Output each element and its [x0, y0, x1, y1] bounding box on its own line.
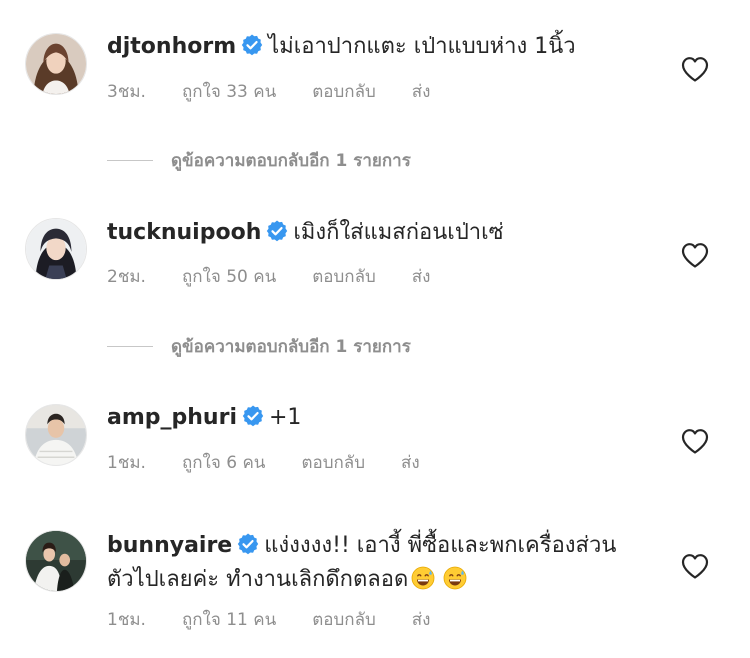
comment-body: +1 [268, 405, 302, 430]
comment-time[interactable]: 3ชม. [107, 78, 146, 105]
avatar[interactable] [25, 530, 87, 592]
heart-outline-icon[interactable] [681, 553, 709, 579]
comment-text-block: bunnyaire แง่งงงง!! เอางี้ พี่ซื้อและพกเค… [107, 529, 627, 597]
verified-badge-icon [236, 532, 260, 556]
reply-button[interactable]: ตอบกลับ [301, 449, 365, 476]
send-button[interactable]: ส่ง [412, 606, 431, 633]
view-replies-button[interactable]: ดูข้อความตอบกลับอีก 1 รายการ [107, 333, 411, 360]
avatar[interactable] [25, 404, 87, 466]
comment-meta: 3ชม. ถูกใจ 33 คน ตอบกลับ ส่ง [107, 78, 466, 105]
grinning-sweat-emoji-icon [411, 566, 435, 590]
comment-username[interactable]: djtonhorm [107, 34, 236, 59]
comment-username[interactable]: amp_phuri [107, 405, 237, 430]
comment-text-block: tucknuipooh เมิงก็ใส่แมสก่อนเป่าเซ่ [107, 216, 647, 250]
verified-badge-icon [240, 33, 264, 57]
view-replies-label: ดูข้อความตอบกลับอีก 1 รายการ [171, 337, 411, 357]
comment-time[interactable]: 1ชม. [107, 449, 146, 476]
divider-line [107, 160, 153, 161]
send-button[interactable]: ส่ง [412, 263, 431, 290]
reply-button[interactable]: ตอบกลับ [312, 606, 376, 633]
comment-body: เมิงก็ใส่แมสก่อนเป่าเซ่ [293, 220, 504, 245]
comment-likes[interactable]: ถูกใจ 11 คน [182, 606, 276, 633]
send-button[interactable]: ส่ง [412, 78, 431, 105]
send-button[interactable]: ส่ง [401, 449, 420, 476]
comment-time[interactable]: 1ชม. [107, 606, 146, 633]
verified-badge-icon [241, 404, 265, 428]
comment-time[interactable]: 2ชม. [107, 263, 146, 290]
view-replies-button[interactable]: ดูข้อความตอบกลับอีก 1 รายการ [107, 147, 411, 174]
comment-text-block: amp_phuri +1 [107, 401, 647, 435]
comment-likes[interactable]: ถูกใจ 33 คน [182, 78, 276, 105]
view-replies-label: ดูข้อความตอบกลับอีก 1 รายการ [171, 151, 411, 171]
comment-username[interactable]: tucknuipooh [107, 220, 261, 245]
comment-likes[interactable]: ถูกใจ 6 คน [182, 449, 265, 476]
avatar[interactable] [25, 218, 87, 280]
comment-meta: 2ชม. ถูกใจ 50 คน ตอบกลับ ส่ง [107, 263, 466, 290]
avatar[interactable] [25, 33, 87, 95]
reply-button[interactable]: ตอบกลับ [312, 78, 376, 105]
comment-meta: 1ชม. ถูกใจ 11 คน ตอบกลับ ส่ง [107, 606, 466, 633]
divider-line [107, 346, 153, 347]
heart-outline-icon[interactable] [681, 428, 709, 454]
verified-badge-icon [265, 219, 289, 243]
comment-text-block: djtonhorm ไม่เอาปากแตะ เป่าแบบห่าง 1นิ้ว [107, 30, 647, 64]
heart-outline-icon[interactable] [681, 56, 709, 82]
reply-button[interactable]: ตอบกลับ [312, 263, 376, 290]
comment-meta: 1ชม. ถูกใจ 6 คน ตอบกลับ ส่ง [107, 449, 456, 476]
heart-outline-icon[interactable] [681, 242, 709, 268]
grinning-sweat-emoji-icon [443, 566, 467, 590]
comment-likes[interactable]: ถูกใจ 50 คน [182, 263, 276, 290]
comment-body: ไม่เอาปากแตะ เป่าแบบห่าง 1นิ้ว [268, 34, 576, 59]
comment-username[interactable]: bunnyaire [107, 533, 232, 558]
